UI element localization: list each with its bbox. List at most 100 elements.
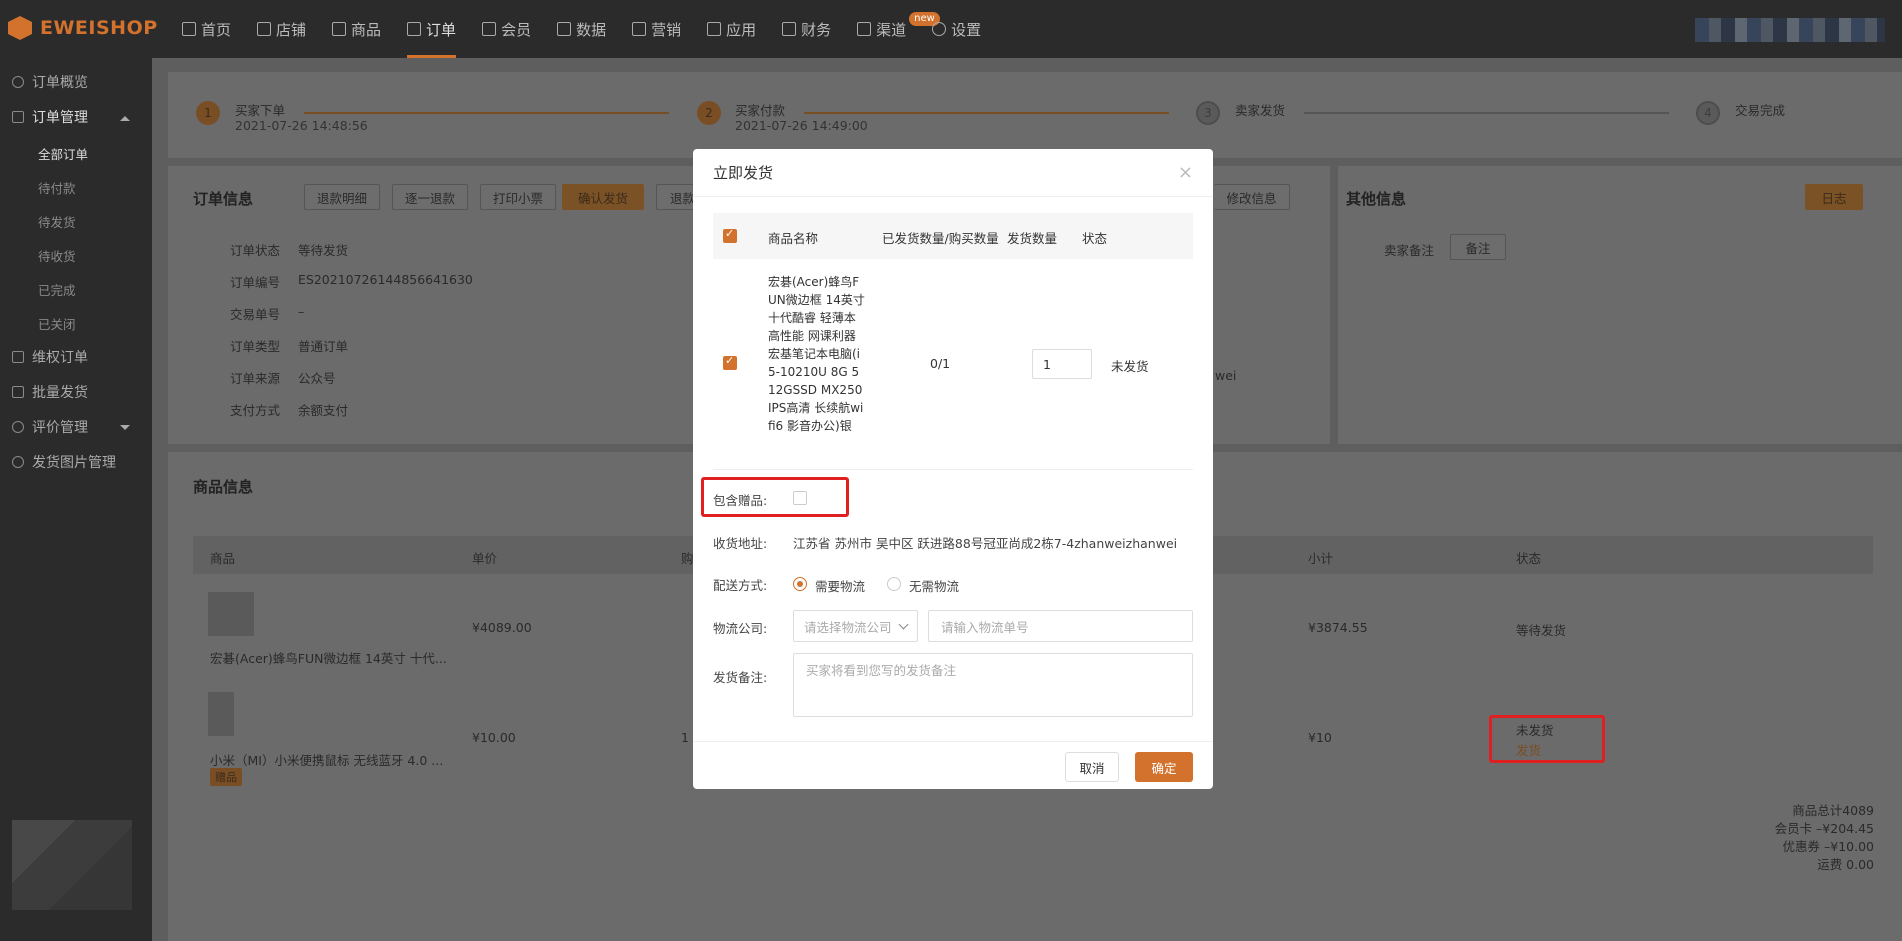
goods-subtotal: ¥10 [1308,730,1332,745]
sidebar-sub-pending-pay[interactable]: 待付款 [38,178,76,197]
list-icon [12,111,24,123]
nav-label: 财务 [801,20,832,39]
confirm-button[interactable]: 确定 [1135,752,1193,782]
col-ship-qty: 发货数量 [1007,231,1058,246]
chevron-down-icon [898,619,909,630]
col-header-goods: 商品 [210,551,236,566]
partial-text: wei [1215,368,1237,383]
step-3-title: 卖家发货 [1235,103,1286,118]
goods-price: ¥10.00 [472,730,516,745]
no-logistics-label[interactable]: 无需物流 [909,576,959,595]
product-checkbox[interactable] [723,354,737,370]
nav-label: 营销 [651,20,682,39]
nav-channel[interactable]: 渠道 new [857,0,940,58]
sidebar-sub-pending-ship[interactable]: 待发货 [38,212,76,231]
need-logistics-label[interactable]: 需要物流 [815,576,865,595]
modify-info-button[interactable]: 修改信息 [1214,184,1290,210]
nav-label: 数据 [576,20,607,39]
step-line [1304,112,1669,114]
need-logistics-radio[interactable] [793,577,807,591]
tracking-number-input[interactable]: 请输入物流单号 [928,610,1193,642]
modal-title: 立即发货 [713,164,774,182]
cancel-button[interactable]: 取消 [1065,752,1119,782]
step-1-title: 买家下单 [235,103,286,118]
nav-data[interactable]: 数据 [557,0,606,58]
ship-qty-input[interactable]: 1 [1032,349,1092,379]
sidebar-item-order-manage[interactable]: 订单管理 [12,107,88,127]
field-label: 订单编号 [230,275,281,290]
order-icon [407,22,422,36]
grid-icon [12,351,24,363]
nav-goods[interactable]: 商品 [332,0,381,58]
sidebar-sub-pending-receive[interactable]: 待收货 [38,246,76,265]
field-label: 订单类型 [230,339,281,354]
expand-caret-icon[interactable] [120,425,130,430]
nav-label: 商品 [351,20,382,39]
brand-logo[interactable]: EWEISHOP [8,16,158,40]
home-icon [182,22,196,36]
nav-order[interactable]: 订单 [407,0,457,58]
select-all-checkbox[interactable] [723,227,737,243]
sidebar-item-rights[interactable]: 维权订单 [12,347,88,367]
mouse-thumbnail [208,692,234,736]
step-line [804,112,1169,114]
goods-status: 等待发货 [1516,623,1567,638]
step-1-circle: 1 [196,101,220,125]
review-icon [12,421,24,433]
ship-remark-textarea[interactable]: 买家将看到您写的发货备注 [793,653,1193,717]
nav-label: 渠道 [876,20,907,39]
top-bar: EWEISHOP 首页 店铺 商品 订单 会员 数据 营销 应用 财务 渠道 ne… [0,0,1902,58]
sidebar-item-overview[interactable]: 订单概览 [12,72,88,92]
nav-member[interactable]: 会员 [482,0,531,58]
nav-label: 订单 [426,20,457,39]
nav-label: 设置 [951,20,982,39]
shop-icon [257,22,272,36]
nav-shop[interactable]: 店铺 [257,0,306,58]
sidebar-sub-all[interactable]: 全部订单 [38,144,88,163]
app-icon [707,22,722,36]
sidebar-sub-closed[interactable]: 已关闭 [38,314,76,333]
remark-label: 发货备注: [713,670,768,685]
divider [713,469,1193,470]
modal-table-header: 商品名称 已发货数量/购买数量 发货数量 状态 [713,213,1193,259]
goods-name[interactable]: 小米（MI）小米便携鼠标 无线蓝牙 4.0 ... [210,750,443,769]
no-logistics-radio[interactable] [887,577,901,591]
sidebar-item-review[interactable]: 评价管理 [12,417,88,437]
batch-icon [12,386,24,398]
nav-settings[interactable]: 设置 [932,0,981,58]
goods-subtotal: ¥3874.55 [1308,620,1368,635]
status-highlight-box [1489,715,1605,763]
select-placeholder: 请选择物流公司 [804,619,892,635]
product-name: 宏碁(Acer)蜂鸟FUN微边框 14英寸十代酷睿 轻薄本高性能 网课利器 宏基… [768,275,865,433]
print-receipt-button[interactable]: 打印小票 [480,184,556,210]
logo-icon [8,16,32,40]
field-label: 交易单号 [230,307,281,322]
nav-marketing[interactable]: 营销 [632,0,681,58]
collapse-caret-icon[interactable] [120,116,130,121]
nav-home[interactable]: 首页 [182,0,231,58]
refund-each-button[interactable]: 逐一退款 [392,184,468,210]
sidebar-label: 评价管理 [32,420,88,436]
close-icon[interactable]: × [1178,162,1193,183]
sidebar-sub-completed[interactable]: 已完成 [38,280,76,299]
refund-detail-button[interactable]: 退款明细 [304,184,380,210]
sidebar-label: 订单管理 [32,110,88,126]
sidebar-item-batch[interactable]: 批量发货 [12,382,88,402]
other-info-panel: 其他信息 日志 卖家备注 备注 [1338,166,1902,444]
goods-name[interactable]: 宏碁(Acer)蜂鸟FUN微边框 14英寸 十代... [210,648,447,667]
user-avatar-area[interactable] [1695,18,1885,42]
sidebar-item-images[interactable]: 发货图片管理 [12,452,116,472]
nav-apps[interactable]: 应用 [707,0,756,58]
nav-finance[interactable]: 财务 [782,0,831,58]
payment-method-value: 余额支付 [298,403,349,418]
add-note-button[interactable]: 备注 [1450,234,1506,260]
goods-price: ¥4089.00 [472,620,532,635]
other-info-title: 其他信息 [1346,190,1407,208]
col-product-name: 商品名称 [768,231,819,246]
logistics-company-select[interactable]: 请选择物流公司 [793,610,918,642]
confirm-ship-button[interactable]: 确认发货 [562,184,644,210]
step-1-time: 2021-07-26 14:48:56 [235,118,368,133]
sidebar: 订单概览 订单管理 全部订单 待付款 待发货 待收货 已完成 已关闭 维权订单 … [0,58,152,941]
product-status: 未发货 [1111,359,1149,374]
log-button[interactable]: 日志 [1805,184,1863,210]
